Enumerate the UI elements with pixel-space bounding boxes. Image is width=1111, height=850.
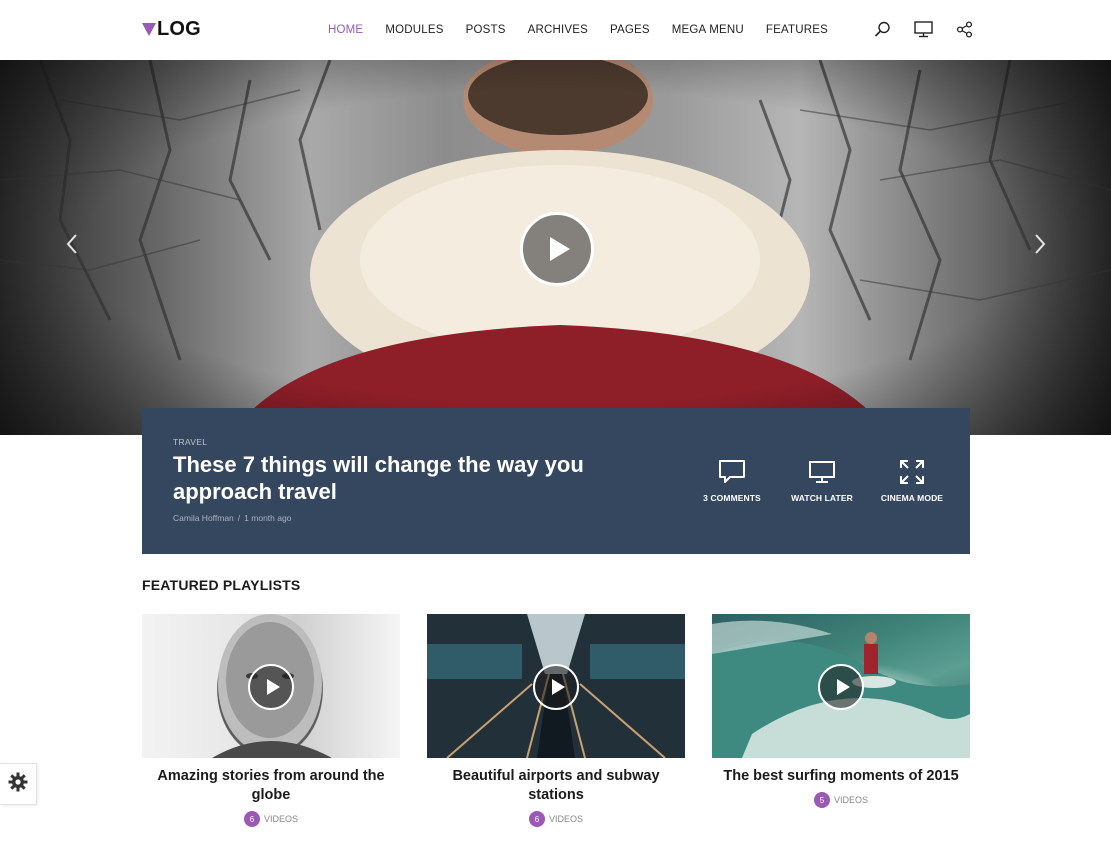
playlist-meta: 6 VIDEOS (427, 811, 685, 827)
hero-play-button[interactable] (520, 212, 594, 286)
post-actions: 3 COMMENTS WATCH LATER CINEMA MODE (687, 458, 957, 503)
site-header: LOG HOME MODULES POSTS ARCHIVES PAGES ME… (0, 0, 1111, 60)
hero-image[interactable] (0, 60, 1111, 435)
post-title[interactable]: These 7 things will change the way you a… (173, 451, 643, 505)
logo-triangle-icon (142, 23, 156, 36)
cinema-mode-button[interactable]: CINEMA MODE (867, 458, 957, 503)
cinema-mode-label: CINEMA MODE (880, 493, 944, 503)
logo-text: LOG (157, 18, 201, 40)
nav-item-mega-menu[interactable]: MEGA MENU (672, 23, 744, 37)
video-count-badge: 5 (813, 792, 830, 808)
playlist-thumbnail[interactable] (712, 614, 970, 758)
playlist-meta: 5 VIDEOS (712, 792, 970, 808)
playlist-title[interactable]: Beautiful airports and subway stations (427, 767, 685, 805)
playlist-thumbnail[interactable] (142, 614, 400, 758)
monitor-icon (777, 458, 867, 486)
nav-item-posts[interactable]: POSTS (466, 23, 506, 37)
video-count-badge: 6 (243, 811, 260, 827)
settings-button[interactable] (0, 763, 37, 805)
playlist-grid: Amazing stories from around the globe 6 … (142, 614, 970, 834)
watch-later-button[interactable]: WATCH LATER (777, 458, 867, 503)
slider-next-arrow-icon[interactable] (1033, 233, 1047, 255)
playlist-title[interactable]: Amazing stories from around the globe (142, 767, 400, 805)
videos-label: VIDEOS (833, 795, 868, 805)
nav-item-pages[interactable]: PAGES (610, 23, 650, 37)
nav-item-archives[interactable]: ARCHIVES (528, 23, 588, 37)
watch-later-label: WATCH LATER (791, 493, 853, 503)
playlist-card: Amazing stories from around the globe 6 … (142, 614, 400, 827)
playlist-title[interactable]: The best surfing moments of 2015 (712, 767, 970, 786)
videos-label: VIDEOS (548, 814, 583, 824)
post-time: 1 month ago (244, 513, 292, 523)
playlist-meta: 6 VIDEOS (142, 811, 400, 827)
monitor-icon[interactable] (913, 18, 933, 40)
main-nav: HOME MODULES POSTS ARCHIVES PAGES MEGA M… (328, 23, 850, 37)
comment-icon (687, 458, 777, 486)
playlist-play-button[interactable] (248, 664, 294, 710)
header-actions (872, 18, 995, 40)
featured-playlists-heading: FEATURED PLAYLISTS (142, 577, 301, 593)
featured-post-box: TRAVEL These 7 things will change the wa… (142, 408, 970, 554)
expand-icon (867, 458, 957, 486)
search-icon[interactable] (872, 18, 892, 40)
video-count-badge: 6 (528, 811, 545, 827)
post-author[interactable]: Camila Hoffman (173, 513, 234, 523)
playlist-card: The best surfing moments of 2015 5 VIDEO… (712, 614, 970, 808)
videos-label: VIDEOS (263, 814, 298, 824)
nav-item-features[interactable]: FEATURES (766, 23, 828, 37)
comments-label: 3 COMMENTS (703, 493, 761, 503)
post-meta: Camila Hoffman/1 month ago (173, 513, 291, 523)
nav-item-modules[interactable]: MODULES (385, 23, 443, 37)
playlist-thumbnail[interactable] (427, 614, 685, 758)
nav-item-home[interactable]: HOME (328, 23, 363, 37)
post-category[interactable]: TRAVEL (173, 437, 207, 447)
playlist-play-button[interactable] (533, 664, 579, 710)
playlist-play-button[interactable] (818, 664, 864, 710)
playlist-card: Beautiful airports and subway stations 6… (427, 614, 685, 827)
meta-separator: / (237, 513, 241, 523)
comments-button[interactable]: 3 COMMENTS (687, 458, 777, 503)
site-logo[interactable]: LOG (142, 19, 201, 39)
gear-icon (8, 772, 28, 797)
slider-prev-arrow-icon[interactable] (65, 233, 79, 255)
share-icon[interactable] (954, 18, 974, 40)
